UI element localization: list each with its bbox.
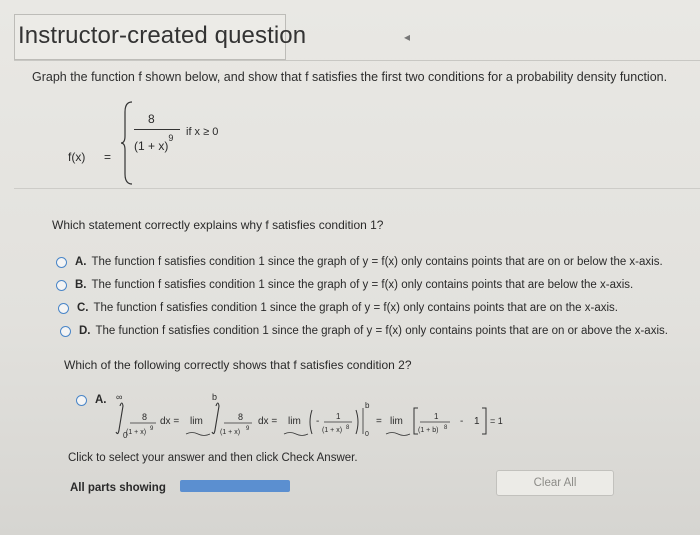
question-1: Which statement correctly explains why f…: [52, 218, 384, 232]
question-page: Instructor-created question ◂ Graph the …: [0, 0, 700, 535]
frac-denominator: (1 + b): [418, 427, 438, 434]
divider: [14, 60, 700, 61]
page-title: Instructor-created question: [18, 22, 307, 49]
option-text: The function f satisfies condition 1 sin…: [91, 279, 634, 291]
clear-all-button[interactable]: Clear All: [496, 470, 614, 496]
dx-text: dx =: [258, 416, 277, 427]
frac-denominator: (1 + x): [322, 427, 342, 434]
minus-sign: -: [460, 416, 463, 427]
lim-text: lim: [390, 416, 403, 427]
dx-text: dx =: [160, 416, 179, 427]
option-d[interactable]: D. The function f satisfies condition 1 …: [60, 325, 668, 337]
option-text: The function f satisfies condition 1 sin…: [93, 302, 619, 314]
divider: [14, 188, 700, 189]
progress-bar: [180, 480, 290, 492]
frac-denominator: (1 + x): [220, 429, 240, 436]
domain-condition: if x ≥ 0: [186, 126, 219, 138]
frac-exponent: 9: [246, 426, 250, 432]
option-a[interactable]: A. The function f satisfies condition 1 …: [56, 256, 663, 268]
integral-sign: [211, 402, 220, 435]
integral-sign: [115, 402, 124, 435]
frac-numerator: 1: [434, 412, 439, 421]
equals-text: =: [376, 416, 382, 427]
frac-numerator: 8: [142, 412, 147, 422]
all-parts-label: All parts showing: [70, 482, 166, 494]
integral-expression: ∞ 0 8 (1 + x) 9 dx = lim b 8 (1 + x) 9 d…: [115, 392, 503, 440]
eval-lower-zero: 0: [365, 431, 369, 438]
progress-fill: [180, 480, 290, 492]
radio-button[interactable]: [56, 279, 67, 291]
instruction-text: Click to select your answer and then cli…: [68, 452, 358, 464]
upper-limit-b: b: [212, 392, 217, 402]
option-b[interactable]: B. The function f satisfies condition 1 …: [56, 279, 633, 291]
frac-numerator: 8: [238, 412, 243, 422]
radio-button[interactable]: [60, 325, 71, 337]
eval-upper-b: b: [365, 401, 370, 410]
frac-exponent: 8: [444, 425, 448, 431]
option-2a[interactable]: A.: [76, 394, 112, 406]
collapse-icon[interactable]: ◂: [404, 30, 410, 44]
one-text: 1: [474, 416, 480, 427]
left-brace: [120, 101, 133, 185]
frac-denominator: (1 + x): [126, 429, 146, 436]
frac-exponent: 8: [346, 425, 350, 431]
function-label: f(x): [68, 150, 86, 164]
question-2: Which of the following correctly shows t…: [64, 358, 412, 372]
radio-button[interactable]: [56, 256, 67, 268]
result-text: = 1: [490, 416, 503, 426]
option-c[interactable]: C. The function f satisfies condition 1 …: [58, 302, 618, 314]
lim-text: lim: [288, 416, 301, 427]
option-text: The function f satisfies condition 1 sin…: [95, 325, 668, 337]
fraction-bar: [134, 129, 180, 130]
option-text: The function f satisfies condition 1 sin…: [91, 256, 663, 268]
lim-text: lim: [190, 416, 203, 427]
frac-numerator: 1: [336, 412, 341, 421]
minus-sign: -: [316, 416, 319, 427]
radio-button[interactable]: [76, 394, 87, 406]
frac-exponent: 9: [150, 426, 154, 432]
fraction-denominator: (1 + x)9: [134, 133, 174, 153]
equals-sign: =: [104, 150, 112, 164]
fraction-numerator: 8: [148, 112, 155, 126]
radio-button[interactable]: [58, 302, 69, 314]
upper-limit-infinity: ∞: [116, 392, 122, 402]
problem-prompt: Graph the function f shown below, and sh…: [32, 70, 668, 84]
